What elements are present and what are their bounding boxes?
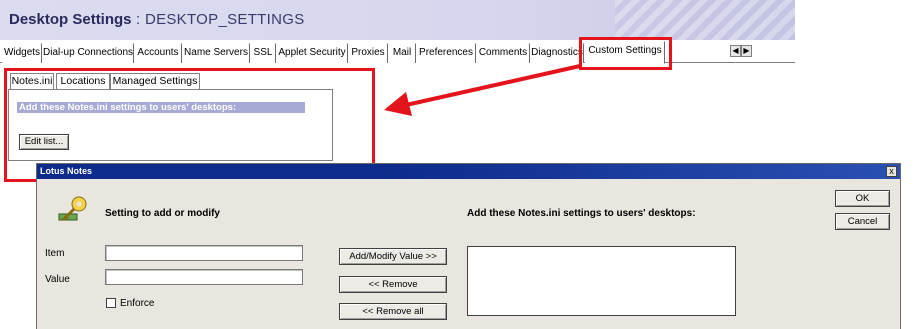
- tab-widgets[interactable]: Widgets: [2, 43, 42, 63]
- tab-dial-up-connections[interactable]: Dial-up Connections: [42, 43, 134, 63]
- screen: Desktop Settings : DESKTOP_SETTINGS Widg…: [0, 0, 915, 329]
- item-label: Item: [45, 248, 65, 259]
- tab-ssl[interactable]: SSL: [250, 43, 276, 63]
- header-banner: Desktop Settings : DESKTOP_SETTINGS: [0, 0, 795, 40]
- header-blank: [795, 0, 915, 40]
- close-icon[interactable]: x: [886, 166, 897, 177]
- add-modify-value-button[interactable]: Add/Modify Value >>: [339, 248, 447, 265]
- item-field[interactable]: [105, 245, 303, 261]
- enforce-checkbox[interactable]: [106, 298, 116, 308]
- page-subtitle: DESKTOP_SETTINGS: [144, 11, 305, 28]
- lotus-notes-dialog: Lotus Notes x Setting to add or modify A…: [36, 163, 901, 329]
- dialog-title: Lotus Notes: [40, 166, 93, 176]
- page-title-text: Desktop Settings: [9, 11, 132, 28]
- tab-applet-security[interactable]: Applet Security: [276, 43, 348, 63]
- tab-scroll-arrows: ◀ ▶: [730, 45, 752, 57]
- dialog-title-bar: Lotus Notes: [37, 164, 900, 179]
- settings-listbox[interactable]: [467, 246, 736, 316]
- header-decoration: [615, 0, 795, 40]
- page-title-separator: :: [131, 11, 145, 28]
- value-label: Value: [45, 274, 70, 285]
- enforce-label: Enforce: [120, 298, 155, 309]
- tab-accounts[interactable]: Accounts: [134, 43, 182, 63]
- list-heading: Add these Notes.ini settings to users' d…: [467, 208, 696, 219]
- remove-all-button[interactable]: << Remove all: [339, 303, 447, 320]
- red-arrow-icon: [384, 64, 581, 116]
- cancel-button[interactable]: Cancel: [835, 213, 890, 230]
- value-field[interactable]: [105, 269, 303, 285]
- scroll-left-icon[interactable]: ◀: [730, 45, 741, 57]
- page-title: Desktop Settings : DESKTOP_SETTINGS: [9, 11, 305, 28]
- tab-name-servers[interactable]: Name Servers: [182, 43, 250, 63]
- ok-button[interactable]: OK: [835, 190, 890, 207]
- remove-button[interactable]: << Remove: [339, 276, 447, 293]
- settings-key-icon: [58, 196, 87, 222]
- setting-heading: Setting to add or modify: [105, 208, 220, 219]
- scroll-right-icon[interactable]: ▶: [741, 45, 752, 57]
